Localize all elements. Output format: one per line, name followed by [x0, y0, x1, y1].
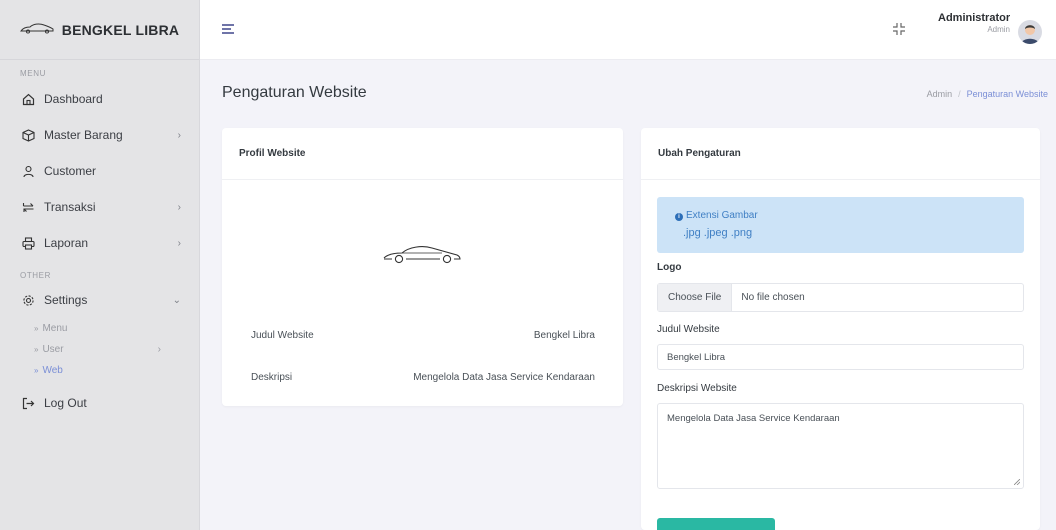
sidebar-item-label: Log Out: [44, 396, 87, 410]
sidebar-item-label: Master Barang: [44, 128, 123, 142]
breadcrumb-root[interactable]: Admin: [927, 89, 953, 99]
avatar[interactable]: [1018, 20, 1042, 44]
choose-file-button[interactable]: Choose File: [658, 284, 733, 311]
logo-file-input[interactable]: Choose File No file chosen: [657, 283, 1024, 312]
sidebar-subitem-user[interactable]: » User ›: [0, 339, 199, 360]
profile-card-title: Profil Website: [222, 128, 623, 180]
sidebar-item-label: Laporan: [44, 236, 89, 250]
profile-row-label: Deskripsi: [251, 372, 293, 383]
subitem-label: Web: [42, 365, 63, 376]
chevron-right-icon: ›: [177, 237, 181, 249]
alert-extensions: .jpg .jpeg .png: [683, 227, 753, 239]
user-name: Administrator: [938, 12, 1011, 24]
logout-icon: [20, 395, 36, 411]
sidebar-item-transaksi[interactable]: Transaksi ›: [0, 189, 199, 225]
breadcrumb-separator: /: [958, 89, 961, 99]
sidebar-item-customer[interactable]: Customer: [0, 153, 199, 189]
subitem-label: User: [42, 344, 64, 355]
sidebar-item-logout[interactable]: Log Out: [0, 385, 199, 421]
user-info[interactable]: Administrator Admin: [938, 12, 1010, 34]
swap-icon: [20, 199, 36, 215]
judul-label: Judul Website: [657, 324, 720, 335]
other-heading: OTHER: [20, 271, 51, 280]
printer-icon: [20, 235, 36, 251]
sidebar-item-label: Transaksi: [44, 200, 96, 214]
box-icon: [20, 127, 36, 143]
user-icon: [20, 163, 36, 179]
sidebar-subitem-menu[interactable]: » Menu: [0, 318, 199, 339]
brand[interactable]: BENGKEL LIBRA: [0, 0, 199, 60]
sidebar-item-laporan[interactable]: Laporan ›: [0, 225, 199, 261]
breadcrumb-current: Pengaturan Website: [966, 89, 1048, 99]
profile-row-judul: Judul Website Bengkel Libra: [251, 330, 595, 341]
gear-icon: [20, 292, 36, 308]
website-logo: [382, 241, 462, 268]
breadcrumb: Admin / Pengaturan Website: [927, 89, 1048, 99]
car-icon: [19, 22, 54, 37]
sidebar-subitem-web[interactable]: » Web: [0, 360, 199, 381]
menu-heading: MENU: [20, 69, 46, 78]
page-title: Pengaturan Website: [222, 84, 367, 101]
alert-title: Extensi Gambar: [686, 210, 758, 221]
topbar: Administrator Admin: [200, 0, 1056, 60]
user-role: Admin: [987, 25, 1010, 34]
profile-row-deskripsi: Deskripsi Mengelola Data Jasa Service Ke…: [251, 372, 595, 383]
chevron-right-icon: ›: [177, 201, 181, 213]
profile-card: Profil Website Judul Website Bengkel Lib…: [222, 128, 623, 406]
deskripsi-label: Deskripsi Website: [657, 383, 737, 394]
info-alert: i Extensi Gambar .jpg .jpeg .png: [657, 197, 1024, 253]
chevron-right-icon: ›: [157, 344, 161, 355]
hamburger-icon[interactable]: [222, 24, 234, 34]
brand-name: BENGKEL LIBRA: [61, 21, 180, 38]
sidebar-item-master-barang[interactable]: Master Barang ›: [0, 117, 199, 153]
sidebar-item-label: Dashboard: [44, 92, 103, 106]
settings-form-title: Ubah Pengaturan: [641, 128, 1040, 180]
submit-button[interactable]: [657, 518, 775, 530]
subitem-marker: »: [34, 324, 39, 333]
exit-fullscreen-icon[interactable]: [892, 22, 906, 36]
subitem-label: Menu: [42, 323, 68, 334]
sidebar-item-dashboard[interactable]: Dashboard: [0, 81, 199, 117]
logo-label: Logo: [657, 262, 682, 273]
sidebar-item-label: Customer: [44, 164, 97, 178]
subitem-marker: »: [34, 345, 39, 354]
chevron-down-icon: ⌄: [172, 294, 181, 306]
judul-website-input[interactable]: Bengkel Libra: [657, 344, 1024, 370]
info-icon: i: [675, 213, 683, 221]
sidebar-item-label: Settings: [44, 293, 88, 307]
file-status: No file chosen: [741, 292, 805, 303]
subitem-marker: »: [34, 366, 39, 375]
sidebar: BENGKEL LIBRA MENU Dashboard Master Bara…: [0, 0, 200, 530]
deskripsi-website-textarea[interactable]: Mengelola Data Jasa Service Kendaraan: [657, 403, 1024, 489]
sidebar-item-settings[interactable]: Settings ⌄: [0, 282, 199, 318]
resize-grip-icon[interactable]: [1014, 479, 1020, 485]
profile-row-label: Judul Website: [251, 330, 314, 341]
deskripsi-value: Mengelola Data Jasa Service Kendaraan: [667, 413, 840, 424]
profile-row-value: Bengkel Libra: [533, 330, 595, 341]
profile-row-value: Mengelola Data Jasa Service Kendaraan: [413, 372, 595, 383]
settings-form-card: Ubah Pengaturan i Extensi Gambar .jpg .jp…: [641, 128, 1040, 530]
chevron-right-icon: ›: [177, 129, 181, 141]
home-icon: [20, 91, 36, 107]
